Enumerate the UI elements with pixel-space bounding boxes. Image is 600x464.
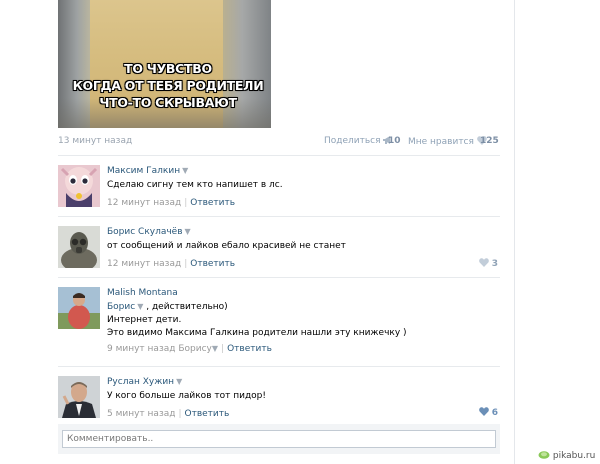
share-button[interactable]: Поделиться xyxy=(324,136,392,146)
heart-icon xyxy=(478,407,489,416)
chevron-down-icon[interactable]: ▼ xyxy=(212,344,218,353)
comment-time[interactable]: 5 минут назад xyxy=(107,409,175,419)
reply-button[interactable]: Ответить xyxy=(190,259,235,269)
heart-icon xyxy=(478,258,489,267)
avatar[interactable] xyxy=(58,165,100,207)
content-right-border xyxy=(514,0,515,464)
comment-text: Интернет дети. xyxy=(107,315,182,325)
comment-text: от сообщений и лайков ебало красивей не … xyxy=(107,241,346,251)
like-label: Мне нравится xyxy=(408,137,474,147)
comment-time[interactable]: 9 минут назад xyxy=(107,344,175,354)
comment-form: Комментировать.. xyxy=(58,424,500,454)
pikabu-logo-icon xyxy=(538,451,550,459)
avatar-image-icon xyxy=(58,376,100,418)
chevron-down-icon[interactable]: ▼ xyxy=(176,377,182,386)
comment-time[interactable]: 12 минут назад xyxy=(107,198,181,208)
post-footer: 13 минут назад Поделиться 10 Мне нравитс… xyxy=(58,136,500,148)
comment-like-count: 6 xyxy=(491,408,498,418)
comment-text: У кого больше лайков тот пидор! xyxy=(107,391,266,401)
chevron-down-icon[interactable]: ▼ xyxy=(182,166,188,175)
share-label: Поделиться xyxy=(324,136,381,146)
avatar[interactable] xyxy=(58,287,100,329)
share-count: 10 xyxy=(388,136,401,146)
comment-author[interactable]: Максим Галкин ▼ xyxy=(107,165,500,177)
reply-to-label[interactable]: Борису xyxy=(178,344,212,354)
comment-author[interactable]: Руслан Хужин ▼ xyxy=(107,376,500,388)
reply-button[interactable]: Ответить xyxy=(227,344,272,354)
divider xyxy=(58,277,500,278)
comment-meta: 9 минут назад Борису▼ | Ответить xyxy=(107,344,272,354)
comment-meta: 12 минут назад | Ответить xyxy=(107,198,236,208)
divider xyxy=(58,216,500,217)
comment-time[interactable]: 12 минут назад xyxy=(107,259,181,269)
post-image[interactable]: ТО ЧУВСТВО КОГДА ОТ ТЕБЯ РОДИТЕЛИ ЧТО-ТО… xyxy=(58,0,271,128)
comment-text: Это видимо Максима Галкина родители нашл… xyxy=(107,328,407,338)
reply-button[interactable]: Ответить xyxy=(190,198,235,208)
like-count: 125 xyxy=(480,136,499,146)
comment-meta: 12 минут назад | Ответить xyxy=(107,259,236,269)
post-time[interactable]: 13 минут назад xyxy=(58,136,132,146)
comment-author[interactable]: Malish Montana xyxy=(107,287,500,299)
mention-link[interactable]: Борис ▼ xyxy=(107,302,143,312)
avatar-image-icon xyxy=(58,287,100,329)
avatar-image-icon xyxy=(58,165,100,207)
comment-meta: 5 минут назад | Ответить xyxy=(107,409,230,419)
comment-text: Сделаю сигну тем кто напишет в лс. xyxy=(107,180,283,190)
comment-input[interactable]: Комментировать.. xyxy=(62,430,496,448)
chevron-down-icon[interactable]: ▼ xyxy=(185,227,191,236)
like-button[interactable]: Мне нравится xyxy=(408,136,487,147)
reply-button[interactable]: Ответить xyxy=(185,409,230,419)
meme-caption: ТО ЧУВСТВО КОГДА ОТ ТЕБЯ РОДИТЕЛИ ЧТО-ТО… xyxy=(72,61,264,110)
comment-like-button[interactable]: 3 xyxy=(478,258,498,269)
divider xyxy=(58,155,500,156)
avatar-image-icon xyxy=(58,226,100,268)
comment-like-count: 3 xyxy=(491,259,498,269)
comment-author[interactable]: Борис Скулачёв ▼ xyxy=(107,226,500,238)
comment-like-button[interactable]: 6 xyxy=(478,407,498,418)
chevron-down-icon[interactable]: ▼ xyxy=(137,302,143,311)
pikabu-watermark: pikabu.ru xyxy=(538,450,595,461)
comment-text: Борис ▼ , действительно) xyxy=(107,302,228,312)
avatar[interactable] xyxy=(58,376,100,418)
divider xyxy=(58,366,500,367)
avatar[interactable] xyxy=(58,226,100,268)
